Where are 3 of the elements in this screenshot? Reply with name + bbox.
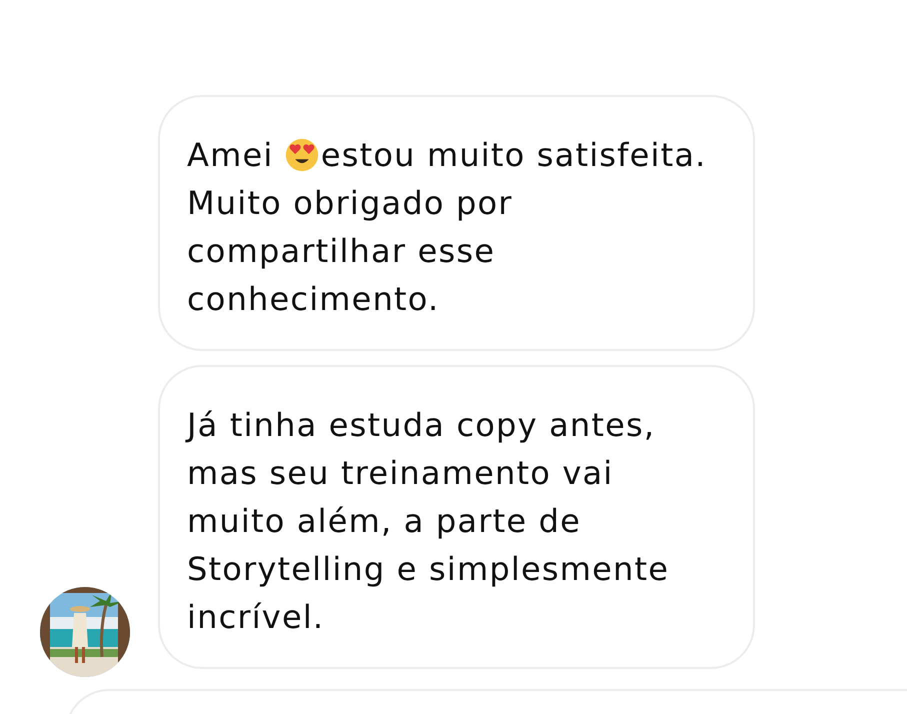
heart-eyes-face-icon xyxy=(284,138,319,172)
message-text: Já tinha estuda copy antes, mas seu treinamento vai muito além, a parte de Storytelling e simplesmente incrível. xyxy=(187,405,670,638)
message-text: Amei estou muito satisfeita. Muito obrigado por compartilhar esse conhecimento. xyxy=(187,135,708,320)
